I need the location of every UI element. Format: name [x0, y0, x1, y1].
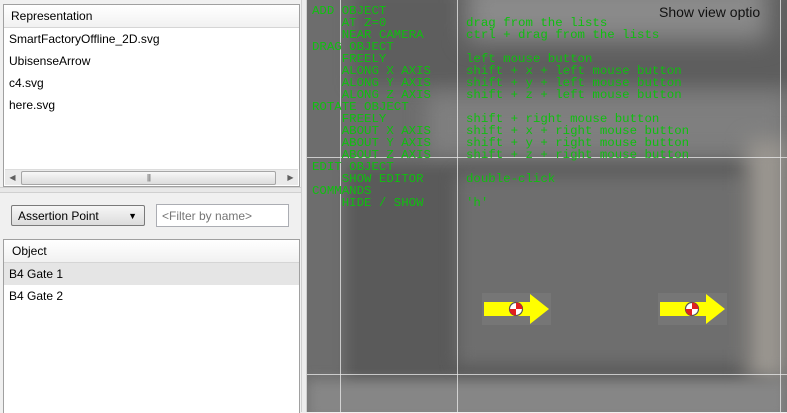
panel-splitter[interactable] [0, 187, 301, 193]
object-list: B4 Gate 1 B4 Gate 2 [4, 263, 299, 307]
assertion-point-marker[interactable] [482, 293, 551, 325]
grip-icon: ||| [146, 173, 151, 182]
help-shortcut: double-click [466, 172, 556, 186]
grid-line [307, 374, 787, 375]
scroll-right-arrow-icon[interactable]: ▶ [283, 170, 298, 185]
representation-panel: Representation SmartFactoryOffline_2D.sv… [3, 4, 300, 187]
representation-item[interactable]: here.svg [4, 94, 299, 116]
representation-item[interactable]: UbisenseArrow [4, 50, 299, 72]
representation-list: SmartFactoryOffline_2D.svg UbisenseArrow… [4, 28, 299, 116]
object-header[interactable]: Object [4, 240, 299, 263]
scene-shape [747, 140, 787, 380]
yellow-arrow-icon [660, 294, 725, 324]
representation-header[interactable]: Representation [4, 5, 299, 28]
scroll-left-arrow-icon[interactable]: ◀ [5, 170, 20, 185]
grid-line [780, 0, 781, 412]
horizontal-scrollbar[interactable]: ◀ ||| ▶ [5, 169, 298, 185]
help-row: HIDE / SHOW 'h' [312, 197, 689, 209]
scrollbar-thumb[interactable]: ||| [21, 171, 276, 185]
type-select[interactable]: Assertion Point ▼ [11, 205, 145, 226]
representation-item[interactable]: SmartFactoryOffline_2D.svg [4, 28, 299, 50]
filter-input[interactable] [156, 204, 289, 227]
help-shortcut: shift + z + right mouse button [466, 148, 690, 162]
help-overlay: ADD OBJECT AT Z=0 drag from the lists NEA… [312, 5, 689, 209]
3d-viewport[interactable]: ADD OBJECT AT Z=0 drag from the lists NEA… [307, 0, 787, 412]
object-panel: Object B4 Gate 1 B4 Gate 2 [3, 239, 300, 413]
representation-item[interactable]: c4.svg [4, 72, 299, 94]
left-panel: Representation SmartFactoryOffline_2D.sv… [0, 0, 301, 413]
chevron-down-icon: ▼ [128, 211, 137, 221]
help-shortcut: 'h' [466, 196, 489, 210]
help-shortcut: ctrl + drag from the lists [466, 28, 660, 42]
object-item[interactable]: B4 Gate 2 [4, 285, 299, 307]
assertion-point-marker[interactable] [658, 293, 727, 325]
type-select-value: Assertion Point [18, 209, 99, 223]
show-view-options-button[interactable]: Show view optio [659, 4, 760, 20]
help-action: HIDE / SHOW [312, 196, 424, 210]
object-item-selected[interactable]: B4 Gate 1 [4, 263, 299, 285]
yellow-arrow-icon [484, 294, 549, 324]
scene-shape [307, 380, 787, 412]
help-shortcut: shift + z + left mouse button [466, 88, 682, 102]
